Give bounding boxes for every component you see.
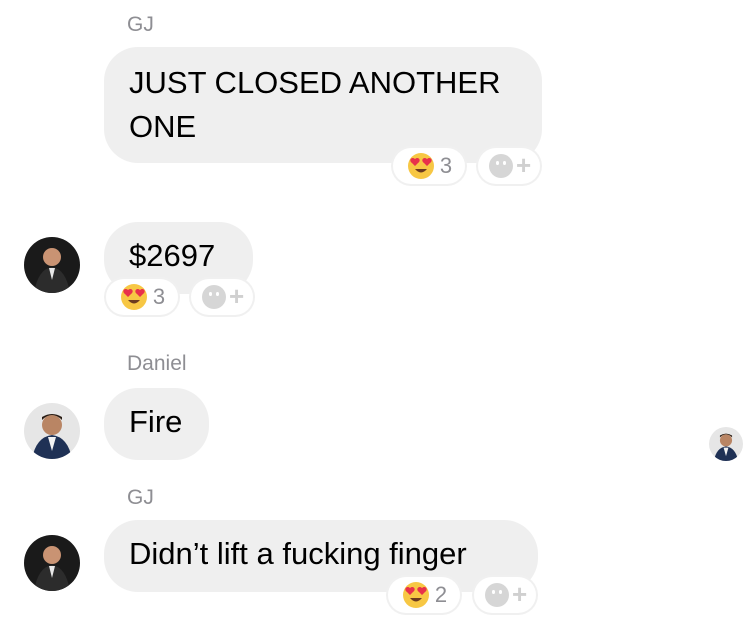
- smiley-plus-icon: +: [486, 150, 532, 180]
- avatar-gj-image: [24, 535, 80, 591]
- heart-eyes-emoji-icon: [407, 153, 434, 179]
- message-bubble[interactable]: Fire: [104, 388, 209, 460]
- add-reaction-button[interactable]: +: [191, 279, 253, 315]
- add-reaction-button[interactable]: +: [474, 577, 536, 613]
- message-text: Didn’t lift a fucking finger: [129, 536, 467, 571]
- heart-eyes-emoji-icon: [402, 582, 429, 608]
- sender-name-gj: GJ: [127, 13, 154, 36]
- reaction-pill[interactable]: 3: [393, 148, 465, 184]
- avatar-gj[interactable]: [24, 535, 80, 591]
- avatar-daniel[interactable]: [24, 403, 80, 459]
- avatar-seen-icon: [709, 427, 743, 461]
- reaction-count: 3: [439, 153, 453, 178]
- heart-eyes-emoji-icon: [120, 284, 147, 310]
- message-text: $2697: [129, 238, 216, 273]
- avatar-daniel-image: [24, 403, 80, 459]
- avatar-gj[interactable]: [24, 237, 80, 293]
- message-text-line: ONE: [129, 109, 197, 144]
- reaction-count: 3: [152, 284, 166, 309]
- smiley-plus-icon: +: [482, 579, 528, 609]
- smiley-plus-icon: +: [199, 281, 245, 311]
- reaction-count: 2: [434, 582, 448, 607]
- sender-name-daniel: Daniel: [127, 352, 187, 375]
- message-text-line: JUST CLOSED ANOTHER: [129, 65, 501, 100]
- message-bubble[interactable]: Didn’t lift a fucking finger: [104, 520, 538, 592]
- reaction-pill[interactable]: 3: [106, 279, 178, 315]
- reaction-pill[interactable]: 2: [388, 577, 460, 613]
- message-bubble[interactable]: JUST CLOSED ANOTHER ONE: [104, 47, 542, 163]
- message-text: Fire: [129, 404, 183, 439]
- sender-name-gj: GJ: [127, 486, 154, 509]
- add-reaction-button[interactable]: +: [478, 148, 540, 184]
- avatar-gj-image: [24, 237, 80, 293]
